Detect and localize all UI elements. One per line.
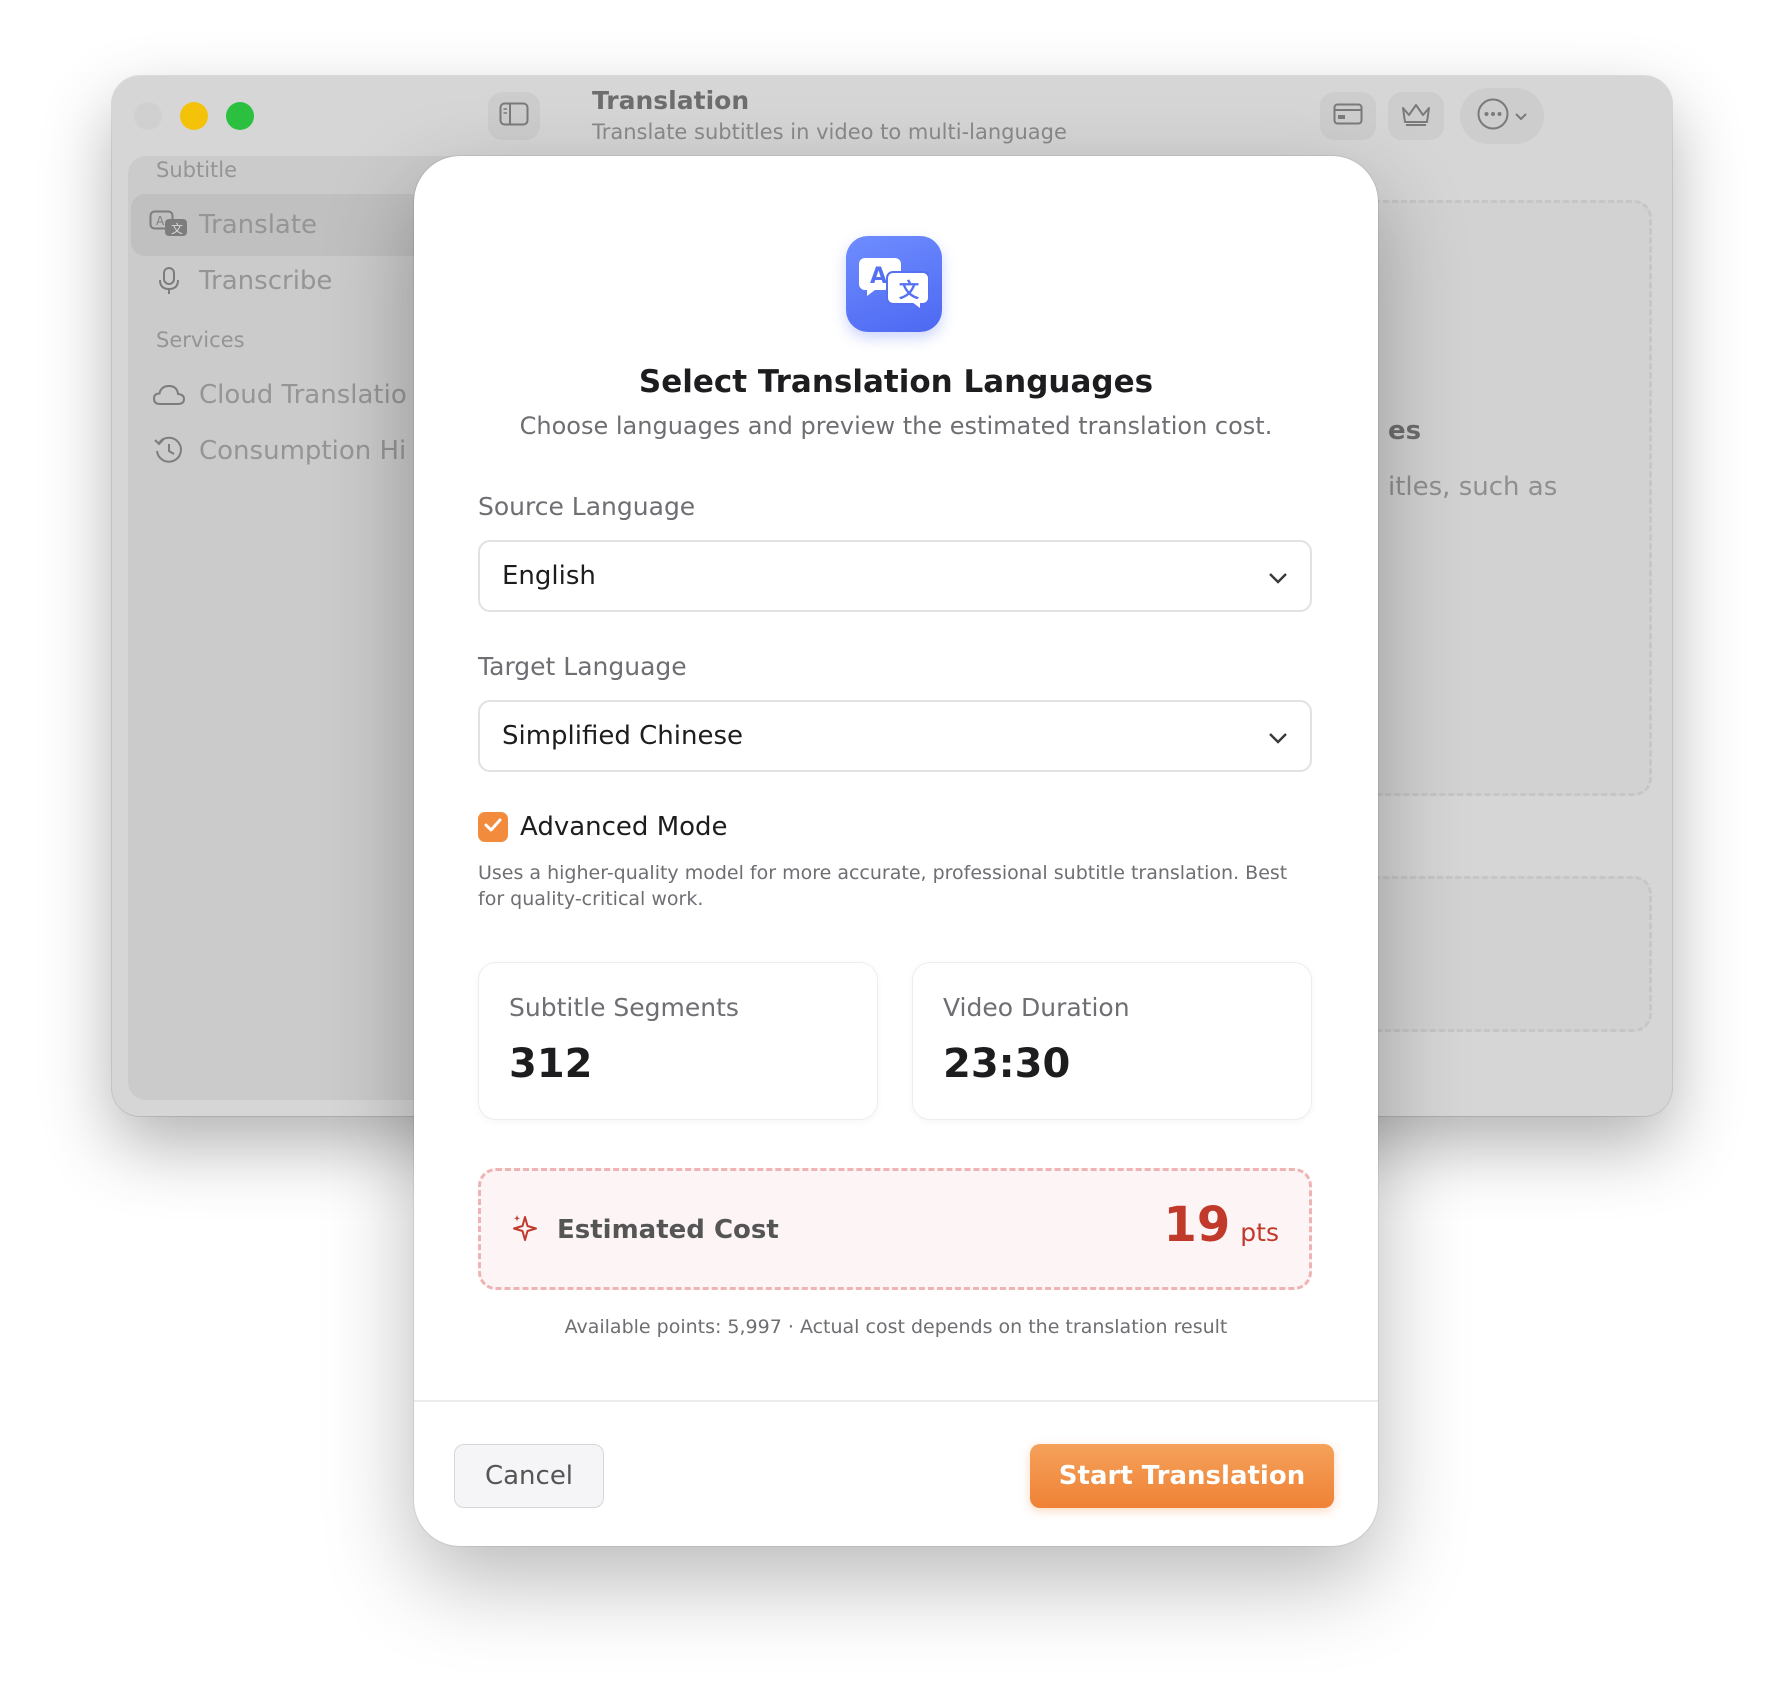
estimated-cost-label: Estimated Cost xyxy=(557,1215,779,1245)
premium-button[interactable] xyxy=(1388,92,1444,140)
sparkle-icon xyxy=(511,1213,539,1247)
background-text-fragment: itles, such as xyxy=(1388,472,1558,502)
sidebar-item-label: Consumption Hi xyxy=(199,436,407,466)
chevron-down-icon xyxy=(1268,561,1288,591)
cloud-icon xyxy=(139,383,199,407)
translation-dialog: A 文 Select Translation Languages Choose … xyxy=(414,156,1378,1546)
sidebar-toggle-button[interactable] xyxy=(488,92,540,140)
video-duration-card: Video Duration 23:30 xyxy=(912,962,1312,1120)
sidebar-item-label: Translate xyxy=(199,210,318,240)
sidebar-section-services: Services xyxy=(156,328,245,352)
advanced-mode-label: Advanced Mode xyxy=(520,812,728,842)
chevron-down-icon xyxy=(1514,107,1528,126)
dialog-title: Select Translation Languages xyxy=(638,364,1154,400)
advanced-mode-description: Uses a higher-quality model for more acc… xyxy=(478,862,1288,910)
crown-icon xyxy=(1400,101,1432,131)
estimated-cost-box: Estimated Cost 19 pts xyxy=(478,1168,1312,1290)
stat-value: 23:30 xyxy=(943,1041,1071,1087)
zoom-window-button[interactable] xyxy=(226,102,254,130)
stat-value: 312 xyxy=(509,1041,593,1087)
dialog-subtitle: Choose languages and preview the estimat… xyxy=(519,412,1273,440)
start-translation-button[interactable]: Start Translation xyxy=(1030,1444,1334,1508)
advanced-mode-checkbox[interactable] xyxy=(478,812,508,842)
window-title: Translation xyxy=(592,86,750,115)
background-heading-fragment: es xyxy=(1388,416,1422,446)
secondary-card xyxy=(1356,876,1652,1032)
translate-app-icon: A 文 xyxy=(846,236,942,332)
source-language-label: Source Language xyxy=(478,492,696,521)
chevron-down-icon xyxy=(1268,721,1288,751)
target-language-value: Simplified Chinese xyxy=(502,721,744,751)
close-window-button[interactable] xyxy=(134,102,162,130)
sidebar-section-subtitle: Subtitle xyxy=(156,158,238,182)
window-subtitle: Translate subtitles in video to multi-la… xyxy=(592,120,1067,144)
billing-button[interactable] xyxy=(1320,92,1376,140)
sidebar-item-label: Transcribe xyxy=(199,266,333,296)
advanced-mode-row[interactable]: Advanced Mode xyxy=(478,812,728,842)
target-language-select[interactable]: Simplified Chinese xyxy=(478,700,1312,772)
svg-text:文: 文 xyxy=(171,221,183,236)
source-language-value: English xyxy=(502,561,596,591)
cost-number: 19 xyxy=(1163,1197,1231,1253)
cancel-button[interactable]: Cancel xyxy=(454,1444,604,1508)
minimize-window-button[interactable] xyxy=(180,102,208,130)
estimated-cost-value: 19 pts xyxy=(1164,1197,1280,1253)
target-language-label: Target Language xyxy=(478,652,687,681)
sidebar-item-label: Cloud Translatio xyxy=(199,380,407,410)
history-icon xyxy=(139,435,199,467)
svg-text:A: A xyxy=(156,214,165,228)
translate-icon: A文 xyxy=(139,210,199,240)
stat-label: Video Duration xyxy=(943,993,1130,1022)
subtitle-segments-card: Subtitle Segments 312 xyxy=(478,962,878,1120)
available-points-note: Available points: 5,997 · Actual cost de… xyxy=(564,1316,1228,1338)
stat-label: Subtitle Segments xyxy=(509,993,739,1022)
cost-unit: pts xyxy=(1240,1218,1279,1247)
checkmark-icon xyxy=(483,817,503,837)
sidebar-toggle-icon xyxy=(499,102,529,130)
svg-text:文: 文 xyxy=(899,278,920,302)
footer-divider xyxy=(414,1400,1378,1402)
microphone-icon xyxy=(139,266,199,296)
more-icon xyxy=(1476,97,1510,135)
more-menu-button[interactable] xyxy=(1460,88,1544,144)
source-language-select[interactable]: English xyxy=(478,540,1312,612)
svg-text:A: A xyxy=(870,264,887,289)
card-icon xyxy=(1333,103,1363,129)
